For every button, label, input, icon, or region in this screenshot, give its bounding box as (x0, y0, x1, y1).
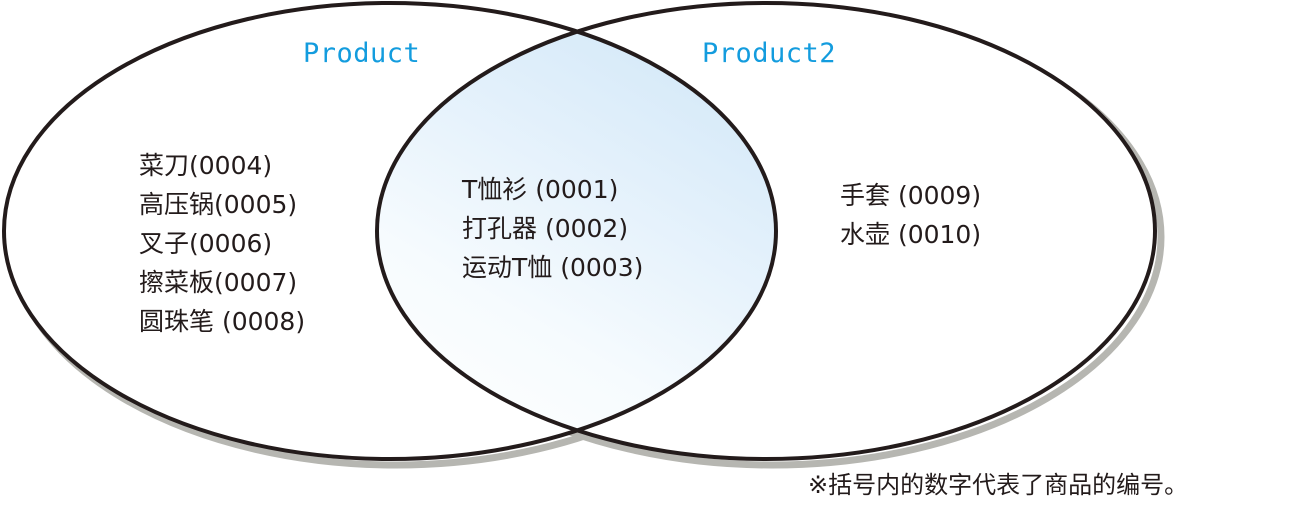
list-item: 手套 (0009) (840, 181, 982, 210)
list-item: 菜刀(0004) (139, 151, 273, 180)
set-label-product2: Product2 (702, 38, 837, 69)
footnote-text: ※括号内的数字代表了商品的编号。 (808, 471, 1189, 499)
list-item: 打孔器 (0002) (462, 214, 629, 243)
list-item: 圆珠笔 (0008) (139, 307, 306, 336)
set-label-product: Product (303, 38, 421, 69)
list-item: 叉子(0006) (139, 229, 273, 258)
list-item: 水壶 (0010) (840, 220, 982, 249)
venn-diagram: Product Product2 菜刀(0004) 高压锅(0005) 叉子(0… (0, 0, 1290, 507)
list-item: 擦菜板(0007) (139, 268, 298, 297)
intersection-item-list: T恤衫 (0001) 打孔器 (0002) 运动T恤 (0003) (462, 170, 643, 287)
list-item: 高压锅(0005) (139, 190, 298, 219)
list-item: T恤衫 (0001) (462, 175, 619, 204)
list-item: 运动T恤 (0003) (462, 253, 644, 282)
right-only-item-list: 手套 (0009) 水壶 (0010) (840, 176, 981, 254)
left-only-item-list: 菜刀(0004) 高压锅(0005) 叉子(0006) 擦菜板(0007) 圆珠… (139, 146, 305, 341)
